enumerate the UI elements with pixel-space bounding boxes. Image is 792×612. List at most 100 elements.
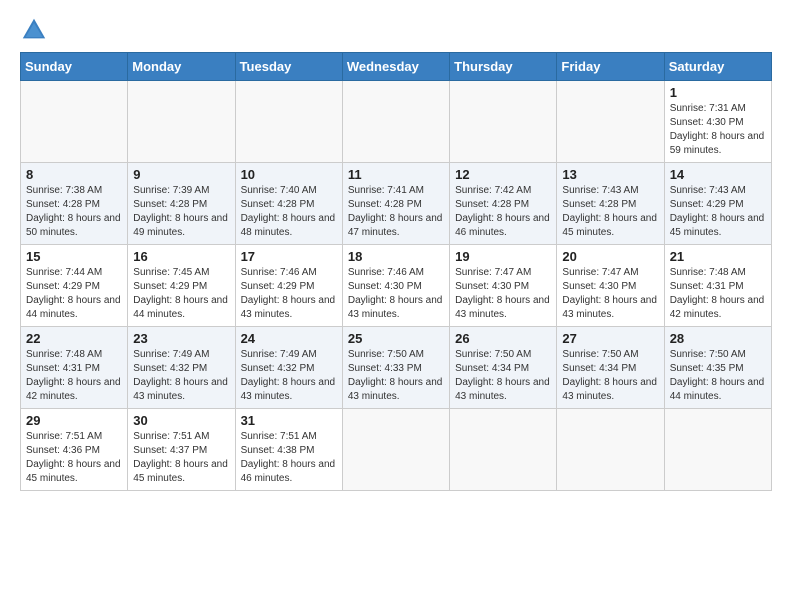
sunrise-text: Sunrise: 7:31 AM [670,102,766,116]
daylight-text: Daylight: 8 hours and 43 minutes. [562,294,658,322]
sunrise-text: Sunrise: 7:42 AM [455,184,551,198]
calendar-week-row: 1 Sunrise: 7:31 AM Sunset: 4:30 PM Dayli… [21,81,772,163]
calendar-cell: 13 Sunrise: 7:43 AM Sunset: 4:28 PM Dayl… [557,163,664,245]
daylight-text: Daylight: 8 hours and 42 minutes. [670,294,766,322]
sunrise-text: Sunrise: 7:51 AM [241,430,337,444]
daylight-text: Daylight: 8 hours and 49 minutes. [133,212,229,240]
day-number: 1 [670,85,766,100]
daylight-text: Daylight: 8 hours and 42 minutes. [26,376,122,404]
calendar-cell: 24 Sunrise: 7:49 AM Sunset: 4:32 PM Dayl… [235,327,342,409]
sunset-text: Sunset: 4:30 PM [455,280,551,294]
calendar-cell: 27 Sunrise: 7:50 AM Sunset: 4:34 PM Dayl… [557,327,664,409]
sunset-text: Sunset: 4:30 PM [670,116,766,130]
day-info: Sunrise: 7:38 AM Sunset: 4:28 PM Dayligh… [26,184,122,240]
calendar-cell: 16 Sunrise: 7:45 AM Sunset: 4:29 PM Dayl… [128,245,235,327]
day-info: Sunrise: 7:49 AM Sunset: 4:32 PM Dayligh… [133,348,229,404]
day-number: 15 [26,249,122,264]
day-info: Sunrise: 7:50 AM Sunset: 4:35 PM Dayligh… [670,348,766,404]
daylight-text: Daylight: 8 hours and 45 minutes. [562,212,658,240]
daylight-text: Daylight: 8 hours and 50 minutes. [26,212,122,240]
calendar-cell: 23 Sunrise: 7:49 AM Sunset: 4:32 PM Dayl… [128,327,235,409]
sunset-text: Sunset: 4:28 PM [455,198,551,212]
weekday-header-friday: Friday [557,53,664,81]
daylight-text: Daylight: 8 hours and 43 minutes. [348,294,444,322]
day-info: Sunrise: 7:51 AM Sunset: 4:37 PM Dayligh… [133,430,229,486]
day-number: 26 [455,331,551,346]
calendar-week-row: 29 Sunrise: 7:51 AM Sunset: 4:36 PM Dayl… [21,409,772,491]
sunrise-text: Sunrise: 7:46 AM [348,266,444,280]
sunrise-text: Sunrise: 7:50 AM [562,348,658,362]
calendar-week-row: 22 Sunrise: 7:48 AM Sunset: 4:31 PM Dayl… [21,327,772,409]
calendar-week-row: 15 Sunrise: 7:44 AM Sunset: 4:29 PM Dayl… [21,245,772,327]
weekday-header-saturday: Saturday [664,53,771,81]
calendar-cell: 8 Sunrise: 7:38 AM Sunset: 4:28 PM Dayli… [21,163,128,245]
calendar-cell: 10 Sunrise: 7:40 AM Sunset: 4:28 PM Dayl… [235,163,342,245]
day-info: Sunrise: 7:43 AM Sunset: 4:29 PM Dayligh… [670,184,766,240]
sunset-text: Sunset: 4:28 PM [562,198,658,212]
sunset-text: Sunset: 4:29 PM [670,198,766,212]
weekday-header-sunday: Sunday [21,53,128,81]
sunset-text: Sunset: 4:29 PM [133,280,229,294]
day-number: 11 [348,167,444,182]
daylight-text: Daylight: 8 hours and 47 minutes. [348,212,444,240]
day-number: 30 [133,413,229,428]
day-number: 12 [455,167,551,182]
calendar-cell: 14 Sunrise: 7:43 AM Sunset: 4:29 PM Dayl… [664,163,771,245]
calendar-cell: 25 Sunrise: 7:50 AM Sunset: 4:33 PM Dayl… [342,327,449,409]
sunrise-text: Sunrise: 7:43 AM [670,184,766,198]
day-info: Sunrise: 7:49 AM Sunset: 4:32 PM Dayligh… [241,348,337,404]
sunset-text: Sunset: 4:30 PM [562,280,658,294]
weekday-header-thursday: Thursday [450,53,557,81]
daylight-text: Daylight: 8 hours and 45 minutes. [133,458,229,486]
calendar-cell: 18 Sunrise: 7:46 AM Sunset: 4:30 PM Dayl… [342,245,449,327]
day-number: 9 [133,167,229,182]
day-info: Sunrise: 7:48 AM Sunset: 4:31 PM Dayligh… [26,348,122,404]
day-number: 23 [133,331,229,346]
daylight-text: Daylight: 8 hours and 43 minutes. [455,294,551,322]
day-info: Sunrise: 7:46 AM Sunset: 4:30 PM Dayligh… [348,266,444,322]
calendar-cell: 9 Sunrise: 7:39 AM Sunset: 4:28 PM Dayli… [128,163,235,245]
sunrise-text: Sunrise: 7:44 AM [26,266,122,280]
daylight-text: Daylight: 8 hours and 48 minutes. [241,212,337,240]
day-info: Sunrise: 7:43 AM Sunset: 4:28 PM Dayligh… [562,184,658,240]
sunrise-text: Sunrise: 7:50 AM [455,348,551,362]
calendar-cell [557,81,664,163]
day-number: 29 [26,413,122,428]
calendar-cell: 11 Sunrise: 7:41 AM Sunset: 4:28 PM Dayl… [342,163,449,245]
logo-icon [20,16,48,44]
sunrise-text: Sunrise: 7:38 AM [26,184,122,198]
day-info: Sunrise: 7:50 AM Sunset: 4:33 PM Dayligh… [348,348,444,404]
sunrise-text: Sunrise: 7:50 AM [348,348,444,362]
day-number: 27 [562,331,658,346]
calendar-cell: 1 Sunrise: 7:31 AM Sunset: 4:30 PM Dayli… [664,81,771,163]
calendar-cell: 21 Sunrise: 7:48 AM Sunset: 4:31 PM Dayl… [664,245,771,327]
day-number: 31 [241,413,337,428]
calendar-cell: 17 Sunrise: 7:46 AM Sunset: 4:29 PM Dayl… [235,245,342,327]
sunrise-text: Sunrise: 7:41 AM [348,184,444,198]
sunset-text: Sunset: 4:30 PM [348,280,444,294]
sunset-text: Sunset: 4:36 PM [26,444,122,458]
calendar-cell [450,409,557,491]
sunset-text: Sunset: 4:29 PM [26,280,122,294]
sunrise-text: Sunrise: 7:40 AM [241,184,337,198]
daylight-text: Daylight: 8 hours and 45 minutes. [670,212,766,240]
logo [20,16,52,44]
calendar-week-row: 8 Sunrise: 7:38 AM Sunset: 4:28 PM Dayli… [21,163,772,245]
day-info: Sunrise: 7:47 AM Sunset: 4:30 PM Dayligh… [455,266,551,322]
calendar-cell: 19 Sunrise: 7:47 AM Sunset: 4:30 PM Dayl… [450,245,557,327]
sunrise-text: Sunrise: 7:46 AM [241,266,337,280]
day-info: Sunrise: 7:50 AM Sunset: 4:34 PM Dayligh… [455,348,551,404]
day-number: 13 [562,167,658,182]
day-number: 22 [26,331,122,346]
day-info: Sunrise: 7:40 AM Sunset: 4:28 PM Dayligh… [241,184,337,240]
calendar-cell: 26 Sunrise: 7:50 AM Sunset: 4:34 PM Dayl… [450,327,557,409]
calendar-cell: 12 Sunrise: 7:42 AM Sunset: 4:28 PM Dayl… [450,163,557,245]
sunset-text: Sunset: 4:28 PM [241,198,337,212]
sunset-text: Sunset: 4:31 PM [670,280,766,294]
day-info: Sunrise: 7:50 AM Sunset: 4:34 PM Dayligh… [562,348,658,404]
sunset-text: Sunset: 4:38 PM [241,444,337,458]
sunset-text: Sunset: 4:29 PM [241,280,337,294]
daylight-text: Daylight: 8 hours and 44 minutes. [26,294,122,322]
daylight-text: Daylight: 8 hours and 46 minutes. [455,212,551,240]
sunset-text: Sunset: 4:28 PM [26,198,122,212]
